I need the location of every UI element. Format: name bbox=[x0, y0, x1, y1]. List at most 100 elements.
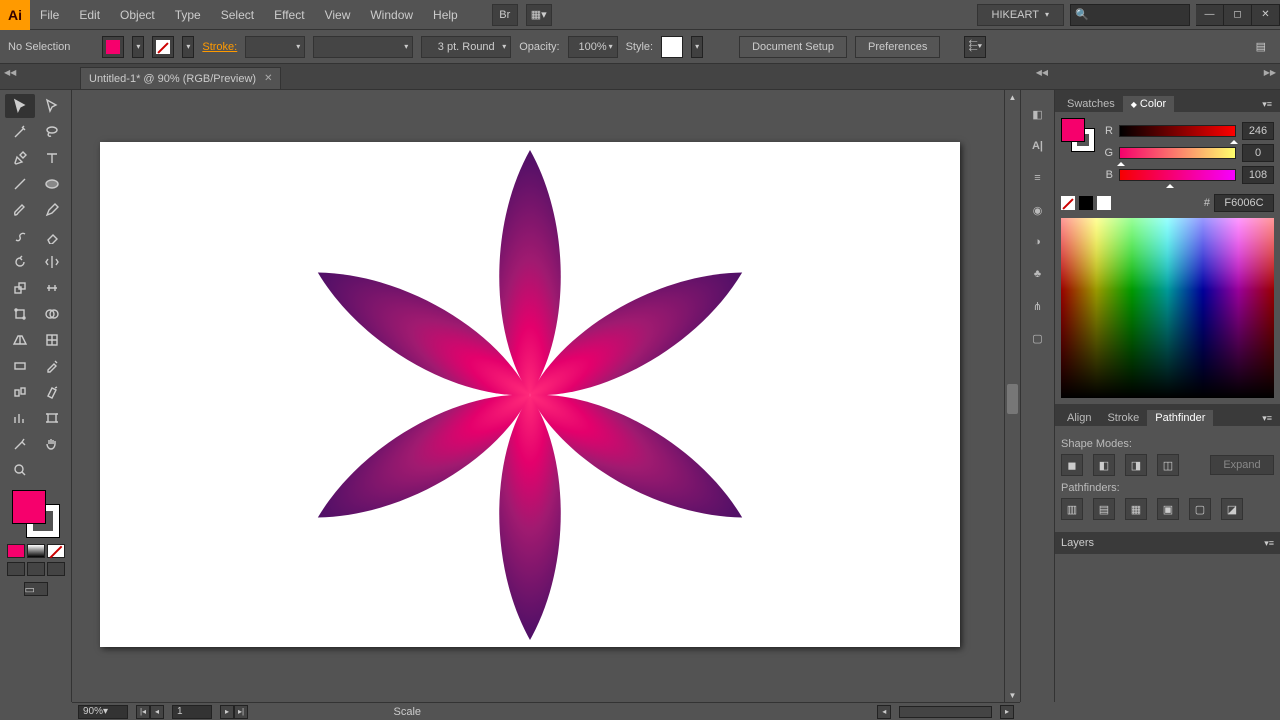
mesh-tool[interactable] bbox=[37, 328, 67, 352]
menu-select[interactable]: Select bbox=[211, 0, 264, 30]
scroll-thumb[interactable] bbox=[1007, 384, 1018, 414]
slice-tool[interactable] bbox=[5, 432, 35, 456]
draw-behind-button[interactable] bbox=[27, 562, 45, 576]
document-tab[interactable]: Untitled-1* @ 90% (RGB/Preview) ✕ bbox=[80, 67, 281, 89]
stroke-weight-field[interactable]: ▾ bbox=[245, 36, 305, 58]
brushes-panel-icon[interactable]: ⋔ bbox=[1028, 296, 1048, 316]
pencil-tool[interactable] bbox=[37, 198, 67, 222]
layers-menu-icon[interactable]: ▾≡ bbox=[1264, 538, 1274, 549]
lasso-tool[interactable] bbox=[37, 120, 67, 144]
bridge-button[interactable]: Br bbox=[492, 4, 518, 26]
gradient-mode-button[interactable] bbox=[27, 544, 45, 558]
control-menu-icon[interactable]: ▤ bbox=[1250, 40, 1272, 53]
next-artboard-button[interactable]: ▸ bbox=[220, 705, 234, 719]
width-tool[interactable] bbox=[37, 276, 67, 300]
menu-file[interactable]: File bbox=[30, 0, 69, 30]
stroke-swatch[interactable] bbox=[152, 36, 174, 58]
collapse-right-icon[interactable]: ◀◀ bbox=[1036, 68, 1048, 77]
minus-front-button[interactable]: ◧ bbox=[1093, 454, 1115, 476]
swatches-tab[interactable]: Swatches bbox=[1059, 96, 1123, 112]
expand-panel-icon[interactable]: ◀◀ bbox=[4, 68, 16, 77]
appearance-panel-icon[interactable]: ◉ bbox=[1028, 200, 1048, 220]
direct-selection-tool[interactable] bbox=[37, 94, 67, 118]
menu-effect[interactable]: Effect bbox=[264, 0, 314, 30]
b-value[interactable]: 108 bbox=[1242, 166, 1274, 184]
r-value[interactable]: 246 bbox=[1242, 122, 1274, 140]
none-mode-button[interactable] bbox=[47, 544, 65, 558]
black-swatch-icon[interactable] bbox=[1079, 196, 1093, 210]
free-transform-tool[interactable] bbox=[5, 302, 35, 326]
rotate-tool[interactable] bbox=[5, 250, 35, 274]
tab-close-icon[interactable]: ✕ bbox=[264, 73, 272, 84]
opacity-field[interactable]: 100%▾ bbox=[568, 36, 618, 58]
color-spectrum[interactable] bbox=[1061, 218, 1274, 398]
character-panel-icon[interactable]: A| bbox=[1028, 136, 1048, 156]
zoom-field[interactable]: 90% ▾ bbox=[78, 705, 128, 719]
trim-button[interactable]: ▤ bbox=[1093, 498, 1115, 520]
panel-menu-icon[interactable]: ▾≡ bbox=[1258, 97, 1276, 112]
ellipse-tool[interactable] bbox=[37, 172, 67, 196]
blob-brush-tool[interactable] bbox=[5, 224, 35, 248]
magic-wand-tool[interactable] bbox=[5, 120, 35, 144]
canvas[interactable] bbox=[72, 90, 1004, 702]
maximize-button[interactable]: ◻ bbox=[1224, 4, 1252, 26]
column-graph-tool[interactable] bbox=[5, 406, 35, 430]
menu-edit[interactable]: Edit bbox=[69, 0, 110, 30]
menu-window[interactable]: Window bbox=[360, 0, 423, 30]
paragraph-panel-icon[interactable]: ≡ bbox=[1028, 168, 1048, 188]
hscroll-left-button[interactable]: ◂ bbox=[877, 705, 891, 719]
minimize-button[interactable]: — bbox=[1196, 4, 1224, 26]
collapse-panels-icon[interactable]: ▶▶ bbox=[1264, 68, 1276, 77]
outline-button[interactable]: ▢ bbox=[1189, 498, 1211, 520]
artboard-number-field[interactable]: 1 bbox=[172, 705, 212, 719]
align-dropdown-icon[interactable]: ⬱▾ bbox=[964, 36, 986, 58]
menu-help[interactable]: Help bbox=[423, 0, 468, 30]
hand-tool[interactable] bbox=[37, 432, 67, 456]
scroll-up-icon[interactable]: ▲ bbox=[1005, 90, 1020, 104]
arrange-docs-button[interactable]: ▦▾ bbox=[526, 4, 552, 26]
hex-field[interactable]: F6006C bbox=[1214, 194, 1274, 212]
zoom-tool[interactable] bbox=[5, 458, 35, 482]
scale-tool[interactable] bbox=[5, 276, 35, 300]
scroll-down-icon[interactable]: ▼ bbox=[1005, 688, 1020, 702]
type-tool[interactable] bbox=[37, 146, 67, 170]
draw-inside-button[interactable] bbox=[47, 562, 65, 576]
color-guide-icon[interactable]: ◧ bbox=[1028, 104, 1048, 124]
exclude-button[interactable]: ◫ bbox=[1157, 454, 1179, 476]
unite-button[interactable]: ◼ bbox=[1061, 454, 1083, 476]
crop-button[interactable]: ▣ bbox=[1157, 498, 1179, 520]
search-input[interactable]: 🔍 bbox=[1070, 4, 1190, 26]
graphic-styles-icon[interactable]: ◑ bbox=[1028, 232, 1048, 252]
align-tab[interactable]: Align bbox=[1059, 410, 1099, 426]
color-tab[interactable]: ◆ Color bbox=[1123, 96, 1175, 112]
pathfinder-menu-icon[interactable]: ▾≡ bbox=[1258, 411, 1276, 426]
prev-artboard-button[interactable]: ◂ bbox=[150, 705, 164, 719]
eyedropper-tool[interactable] bbox=[37, 354, 67, 378]
symbols-panel-icon[interactable]: ♣ bbox=[1028, 264, 1048, 284]
pen-tool[interactable] bbox=[5, 146, 35, 170]
fill-swatch[interactable] bbox=[102, 36, 124, 58]
hscroll-right-button[interactable]: ▸ bbox=[1000, 705, 1014, 719]
last-artboard-button[interactable]: ▸| bbox=[234, 705, 248, 719]
divide-button[interactable]: ▥ bbox=[1061, 498, 1083, 520]
b-slider[interactable] bbox=[1119, 169, 1236, 181]
selection-tool[interactable] bbox=[5, 94, 35, 118]
draw-normal-button[interactable] bbox=[7, 562, 25, 576]
menu-view[interactable]: View bbox=[315, 0, 361, 30]
color-mode-button[interactable] bbox=[7, 544, 25, 558]
perspective-tool[interactable] bbox=[5, 328, 35, 352]
artboard-tool[interactable] bbox=[37, 406, 67, 430]
intersect-button[interactable]: ◨ bbox=[1125, 454, 1147, 476]
pathfinder-tab[interactable]: Pathfinder bbox=[1147, 410, 1213, 426]
document-setup-button[interactable]: Document Setup bbox=[739, 36, 847, 58]
workspace-switcher[interactable]: HIKEART▾ bbox=[977, 4, 1065, 26]
varwidth-dropdown[interactable]: ▾ bbox=[313, 36, 413, 58]
reflect-tool[interactable] bbox=[37, 250, 67, 274]
menu-type[interactable]: Type bbox=[165, 0, 211, 30]
transparency-panel-icon[interactable]: ▢ bbox=[1028, 328, 1048, 348]
vertical-scrollbar[interactable]: ▲ ▼ bbox=[1004, 90, 1020, 702]
horizontal-scrollbar[interactable] bbox=[899, 706, 992, 718]
eraser-tool[interactable] bbox=[37, 224, 67, 248]
style-dropdown[interactable]: ▾ bbox=[691, 36, 703, 58]
first-artboard-button[interactable]: |◂ bbox=[136, 705, 150, 719]
